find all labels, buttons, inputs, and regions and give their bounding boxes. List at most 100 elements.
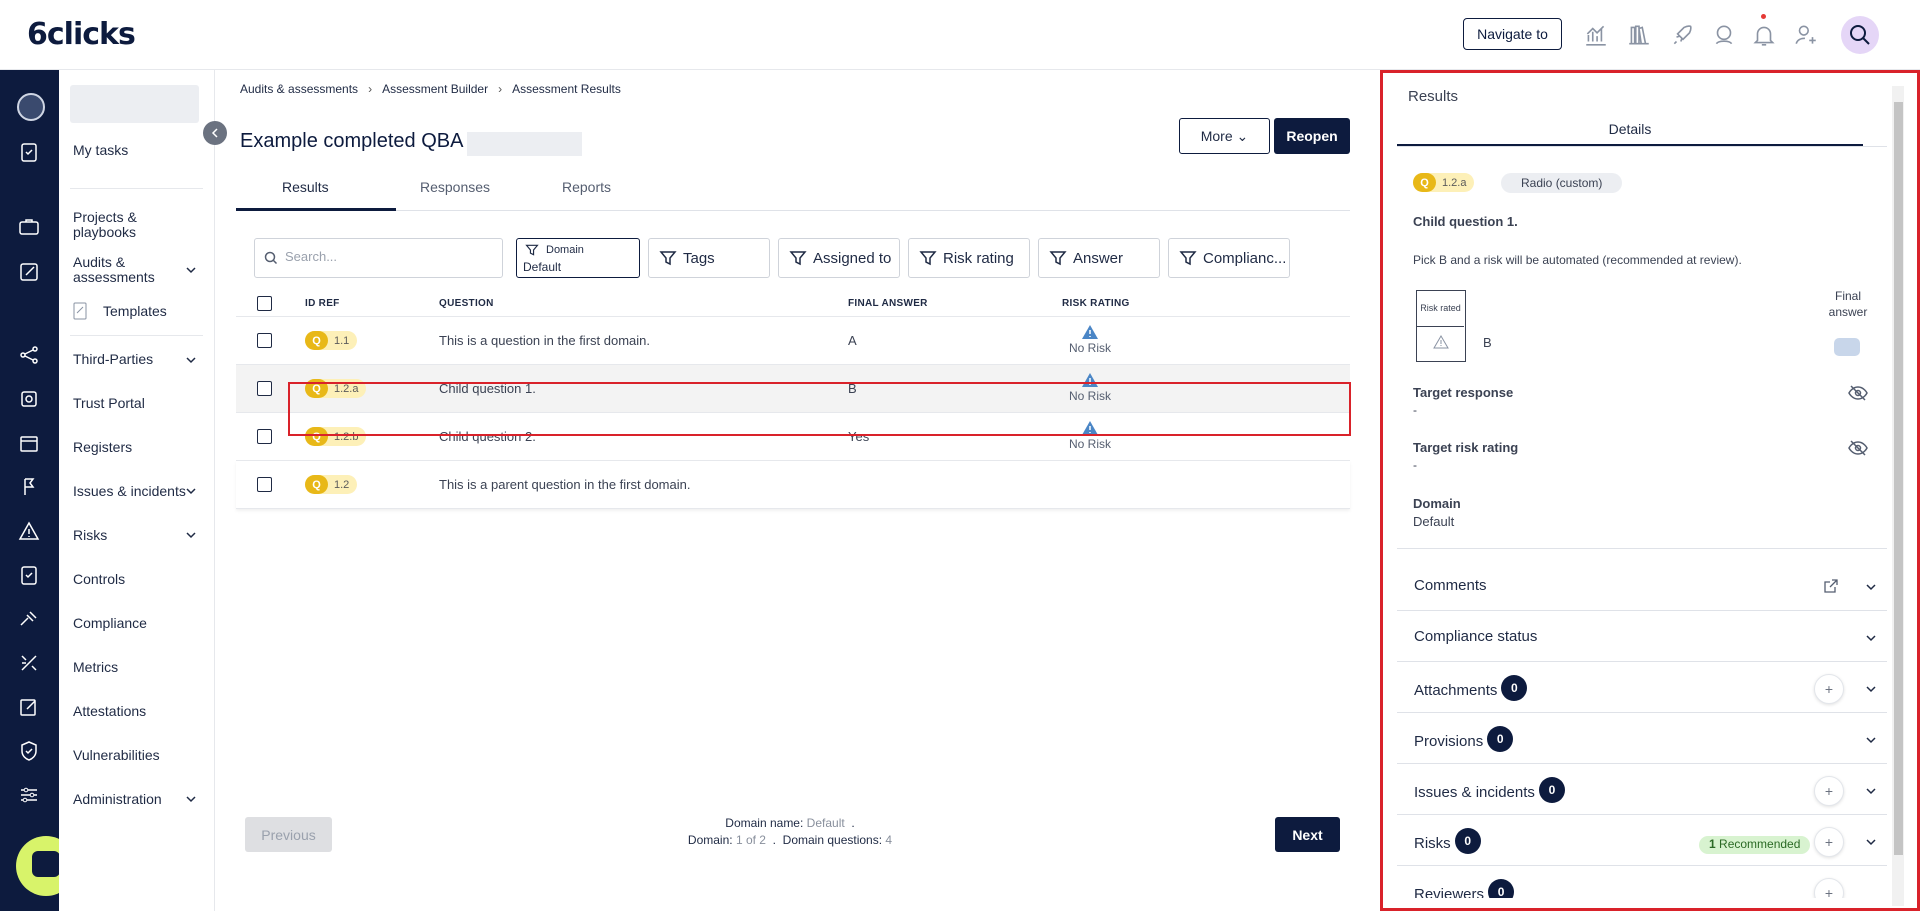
sidebar-item-audits[interactable]: Audits & assessments [73,255,173,285]
row-checkbox[interactable] [257,477,272,492]
comments-section[interactable]: Comments [1397,560,1887,611]
rocket-icon[interactable] [1670,22,1696,48]
bell-icon[interactable] [1751,22,1777,48]
column-header-id[interactable]: ID REF [305,298,340,309]
sidebar-item-my-tasks[interactable]: My tasks [73,143,128,158]
select-all-checkbox[interactable] [257,296,272,311]
library-icon[interactable] [1626,22,1652,48]
edit-icon[interactable] [17,260,41,284]
workspace-avatar[interactable] [17,93,45,121]
assigned-filter[interactable]: Assigned to [778,238,900,278]
chevron-down-icon[interactable] [185,264,197,276]
sidebar-item-registers[interactable]: Registers [73,440,132,455]
chevron-down-icon[interactable] [185,529,197,541]
reviewers-section[interactable]: Reviewers 0 + [1397,866,1887,898]
chevron-down-icon[interactable] [1864,631,1878,645]
sidebar-item-attestations[interactable]: Attestations [73,704,146,719]
add-risk-button[interactable]: + [1814,827,1844,857]
external-link-icon[interactable] [1823,578,1839,594]
gavel-icon[interactable] [17,607,41,631]
final-answer-label: Final answer [1828,289,1868,319]
filter-icon [1049,251,1067,266]
risk-rated-option[interactable]: Risk rated [1416,290,1466,362]
breadcrumb-item[interactable]: Audits & assessments [240,82,358,96]
final-answer-radio[interactable] [1834,338,1860,356]
row-checkbox[interactable] [257,429,272,444]
portal-icon[interactable] [17,387,41,411]
chevron-down-icon[interactable] [1864,835,1878,849]
risks-section[interactable]: Risks 0 1 Recommended + [1397,815,1887,866]
tab-results[interactable]: Results [282,179,329,195]
reopen-button[interactable]: Reopen [1274,118,1350,154]
user-avatar[interactable] [1841,16,1879,54]
shield-icon[interactable] [17,739,41,763]
risk-rating-filter[interactable]: Risk rating [908,238,1030,278]
search-input[interactable] [285,249,485,264]
provisions-section[interactable]: Provisions 0 [1397,713,1887,764]
app-logo[interactable]: 6clicks [27,17,136,52]
risk-warning-icon[interactable] [17,519,41,543]
eye-off-icon[interactable] [1848,440,1868,456]
controls-icon[interactable] [17,563,41,587]
chevron-down-icon[interactable] [1864,682,1878,696]
tasks-icon[interactable] [17,140,41,164]
tab-details[interactable]: Details [1397,114,1863,146]
table-row[interactable]: Q 1.1 This is a question in the first do… [236,317,1350,365]
chevron-down-icon[interactable] [1864,580,1878,594]
network-icon[interactable] [17,343,41,367]
sidebar-item-administration[interactable]: Administration [73,792,162,807]
sidebar-item-metrics[interactable]: Metrics [73,660,118,675]
compliance-status-section[interactable]: Compliance status [1397,611,1887,662]
sidebar-item-risks[interactable]: Risks [73,528,107,543]
user-settings-icon[interactable] [1793,22,1819,48]
sidebar-item-projects[interactable]: Projects & playbooks [73,210,173,240]
column-header-risk[interactable]: RISK RATING [1062,298,1130,309]
chevron-down-icon[interactable] [185,485,197,497]
previous-button[interactable]: Previous [245,817,332,852]
add-reviewer-button[interactable]: + [1814,878,1844,898]
sidebar-item-compliance[interactable]: Compliance [73,616,147,631]
metrics-icon[interactable] [17,651,41,675]
domain-filter[interactable]: Domain Default [516,238,640,278]
sidebar-item-trust-portal[interactable]: Trust Portal [73,396,145,411]
add-attachment-button[interactable]: + [1814,674,1844,704]
navigate-to-button[interactable]: Navigate to [1463,18,1562,50]
issues-icon[interactable] [17,475,41,499]
chevron-down-icon[interactable] [185,793,197,805]
support-icon[interactable] [1711,22,1737,48]
sliders-icon[interactable] [17,783,41,807]
breadcrumb-item[interactable]: Assessment Builder [382,82,488,96]
chevron-down-icon[interactable] [1864,733,1878,747]
analytics-icon[interactable] [1583,22,1609,48]
panel-scrollbar[interactable] [1892,86,1904,906]
notification-dot [1761,14,1766,19]
column-header-answer[interactable]: FINAL ANSWER [848,298,928,309]
briefcase-icon[interactable] [17,215,41,239]
row-checkbox[interactable] [257,381,272,396]
sidebar-item-issues[interactable]: Issues & incidents [73,484,186,499]
sidebar-item-third-parties[interactable]: Third-Parties [73,352,153,367]
chevron-down-icon[interactable] [1864,784,1878,798]
attachments-section[interactable]: Attachments 0 + [1397,662,1887,713]
answer-filter[interactable]: Answer [1038,238,1160,278]
add-issue-button[interactable]: + [1814,776,1844,806]
column-header-question[interactable]: QUESTION [439,298,494,309]
table-row[interactable]: Q 1.2 This is a parent question in the f… [236,461,1350,509]
eye-off-icon[interactable] [1848,385,1868,401]
row-checkbox[interactable] [257,333,272,348]
scrollbar-thumb[interactable] [1894,102,1903,855]
breadcrumb-item[interactable]: Assessment Results [512,82,621,96]
register-icon[interactable] [17,431,41,455]
sidebar-item-templates[interactable]: Templates [103,304,167,319]
issues-section[interactable]: Issues & incidents 0 + [1397,764,1887,815]
next-button[interactable]: Next [1275,817,1340,852]
sidebar-item-controls[interactable]: Controls [73,572,125,587]
chevron-down-icon[interactable] [185,354,197,366]
tags-filter[interactable]: Tags [648,238,770,278]
compliance-filter[interactable]: Complianc... [1168,238,1290,278]
attestation-icon[interactable] [17,695,41,719]
tab-responses[interactable]: Responses [420,179,490,195]
more-button[interactable]: More ⌄ [1179,118,1270,154]
sidebar-item-vulnerabilities[interactable]: Vulnerabilities [73,748,160,763]
tab-reports[interactable]: Reports [562,179,611,195]
